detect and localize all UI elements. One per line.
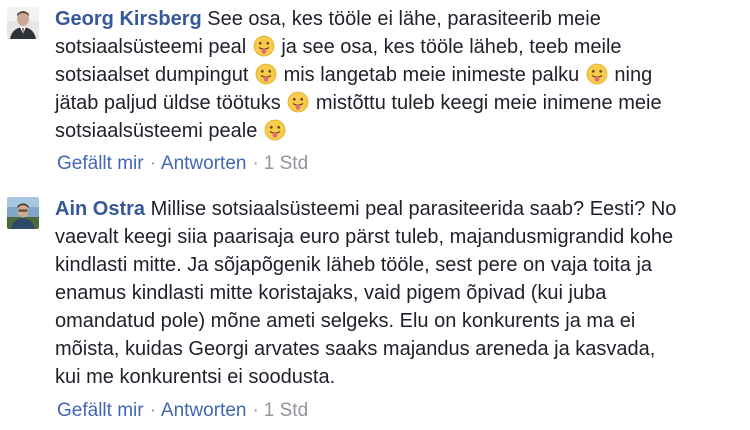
tongue-out-emoji-icon: [255, 63, 277, 85]
comment-author[interactable]: Ain Ostra: [55, 198, 145, 220]
comment-text-fragment: ja see osa, kes tööle läheb, teeb meile: [281, 36, 622, 58]
comment-text-fragment: See osa, kes tööle ei lähe, parasiteerib…: [207, 8, 601, 30]
separator-dot: ·: [252, 153, 259, 174]
like-link[interactable]: Gefällt mir: [57, 153, 144, 174]
comment-text-fragment: mis langetab meie inimeste palku: [283, 64, 580, 86]
comment-text-fragment: vaevalt keegi siia paarisaja euro pärst …: [55, 226, 674, 248]
comment-text-fragment: mistõttu tuleb keegi meie inimene meie: [315, 92, 662, 114]
avatar[interactable]: [7, 197, 39, 229]
reply-link[interactable]: Antworten: [161, 153, 247, 174]
tongue-out-emoji-icon: [287, 91, 309, 113]
comment-text-fragment: Millise sotsiaalsüsteemi peal parasiteer…: [150, 198, 677, 220]
comment-text-fragment: omandatud pole) mõne ameti selgeks. Elu …: [55, 310, 636, 332]
comment-body: Georg Kirsberg See osa, kes tööle ei läh…: [55, 5, 745, 145]
timestamp[interactable]: 1 Std: [264, 400, 308, 421]
avatar[interactable]: [7, 7, 39, 39]
comment-text-fragment: sotsiaalsüsteemi peale: [55, 120, 258, 142]
comment-body: Ain Ostra Millise sotsiaalsüsteemi peal …: [55, 195, 745, 391]
tongue-out-emoji-icon: [253, 35, 275, 57]
separator-dot: ·: [252, 400, 259, 421]
comment-text-fragment: enamus kindlasti mitte koristajaks, vaid…: [55, 282, 607, 304]
comment-text-fragment: ning: [614, 64, 653, 86]
separator-dot: ·: [149, 153, 156, 174]
comment-text: Georg Kirsberg See osa, kes tööle ei läh…: [55, 5, 745, 145]
comment-text-fragment: sotsiaalsüsteemi peal: [55, 36, 247, 58]
comment-text-fragment: kindlasti mitte. Ja sõjapõgenik läheb tö…: [55, 254, 653, 276]
comment-text-fragment: kui me konkurentsi ei soodusta.: [55, 366, 336, 388]
comment-text-fragment: mõista, kuidas Georgi arvates saaks maja…: [55, 338, 656, 360]
comment-text-fragment: sotsiaalset dumpingut: [55, 64, 249, 86]
comment-actions: Gefällt mir · Antworten · 1 Std: [57, 152, 308, 176]
reply-link[interactable]: Antworten: [161, 400, 247, 421]
comment-actions: Gefällt mir · Antworten · 1 Std: [57, 399, 308, 423]
timestamp[interactable]: 1 Std: [264, 153, 308, 174]
tongue-out-emoji-icon: [586, 63, 608, 85]
like-link[interactable]: Gefällt mir: [57, 400, 144, 421]
comment-text: Ain Ostra Millise sotsiaalsüsteemi peal …: [55, 195, 745, 391]
comment-author[interactable]: Georg Kirsberg: [55, 8, 202, 30]
separator-dot: ·: [149, 400, 156, 421]
comment-text-fragment: jätab paljud üldse töötuks: [55, 92, 281, 114]
tongue-out-emoji-icon: [264, 119, 286, 141]
